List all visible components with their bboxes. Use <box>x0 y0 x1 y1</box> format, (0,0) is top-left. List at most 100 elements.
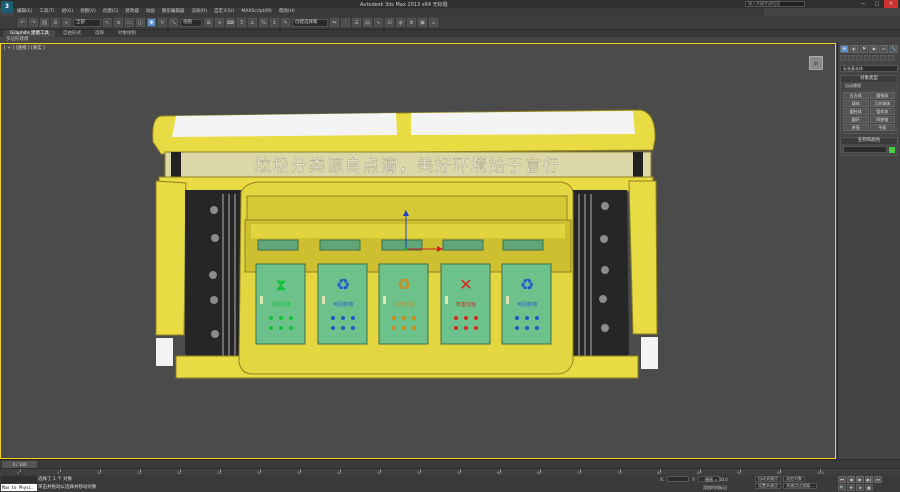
create-tab-icon[interactable]: ✹ <box>840 45 849 53</box>
auto-key-button[interactable]: 自动关键点 <box>755 476 781 482</box>
viewport-label[interactable]: [ + ] [透视 ] [真实 ] <box>4 45 45 51</box>
orbit-icon[interactable]: ⊕ <box>856 484 864 491</box>
edit-named-sets-icon[interactable]: ✎ <box>281 18 290 27</box>
window-crossing-icon[interactable]: ◫ <box>136 18 145 27</box>
plane-button[interactable]: 平面 <box>869 124 895 131</box>
named-selection-dropdown[interactable]: 创建选择集 <box>292 18 328 27</box>
schematic-view-icon[interactable]: ⊡ <box>385 18 394 27</box>
unlink-icon[interactable]: ⊘ <box>51 18 60 27</box>
bind-space-warp-icon[interactable]: ≈ <box>62 18 71 27</box>
maximize-button[interactable]: □ <box>870 0 884 8</box>
x-coordinate-field[interactable] <box>667 476 690 482</box>
helpers-icon[interactable] <box>872 55 879 61</box>
pan-icon[interactable]: ✥ <box>847 484 855 491</box>
spinner-snap-icon[interactable]: ⇕ <box>270 18 279 27</box>
render-production-icon[interactable]: ☕ <box>429 18 438 27</box>
link-icon[interactable]: ⛓ <box>40 18 49 27</box>
menu-maxscript[interactable]: MAXScript(M) <box>238 8 275 16</box>
select-by-name-icon[interactable]: ≡ <box>114 18 123 27</box>
redo-icon[interactable]: ↷ <box>29 18 38 27</box>
utilities-tab-icon[interactable]: 🔧 <box>889 45 898 53</box>
help-search-input[interactable]: 键入关键字或短语 <box>745 1 805 7</box>
add-time-tag[interactable]: 添加时间标记 <box>703 485 727 491</box>
application-button[interactable]: 3 <box>1 1 13 13</box>
menu-animation[interactable]: 动画 <box>143 8 158 16</box>
geometry-icon[interactable] <box>840 55 847 61</box>
box-button[interactable]: 长方体 <box>843 92 869 99</box>
select-object-icon[interactable]: ↖ <box>103 18 112 27</box>
shapes-icon[interactable] <box>848 55 855 61</box>
menu-views[interactable]: 视图(V) <box>77 8 99 16</box>
autogrid-checkbox[interactable]: 自动栅格 <box>841 82 897 90</box>
cone-button[interactable]: 圆锥体 <box>869 92 895 99</box>
primitive-category-dropdown[interactable]: 标准基本体 <box>840 65 898 72</box>
menu-create[interactable]: 创建(C) <box>100 8 122 16</box>
motion-tab-icon[interactable]: ◉ <box>869 45 879 53</box>
menu-help[interactable]: 帮助(H) <box>276 8 298 16</box>
percent-snap-icon[interactable]: % <box>259 18 268 27</box>
align-icon[interactable]: ⫶ <box>341 18 350 27</box>
tab-graphite-modeling[interactable]: Graphite 建模工具 <box>4 30 56 37</box>
display-tab-icon[interactable]: ▭ <box>879 45 889 53</box>
selection-lock-toggle[interactable] <box>1 476 37 483</box>
go-to-end-icon[interactable]: ⏭ <box>874 476 882 483</box>
selection-filter-dropdown[interactable]: 全部 <box>73 18 101 27</box>
teapot-button[interactable]: 茶壶 <box>843 124 869 131</box>
menu-graph-editors[interactable]: 图形编辑器 <box>159 8 188 16</box>
object-name-input[interactable] <box>843 146 887 153</box>
maximize-viewport-icon[interactable]: ▣ <box>865 484 873 491</box>
set-key-button[interactable]: 设置关键点 <box>755 483 781 489</box>
rendered-frame-icon[interactable]: ▣ <box>418 18 427 27</box>
tab-freeform[interactable]: 自由形式 <box>57 30 87 37</box>
geosphere-button[interactable]: 几何球体 <box>869 100 895 107</box>
menu-group[interactable]: 组(G) <box>59 8 77 16</box>
space-warps-icon[interactable] <box>880 55 887 61</box>
systems-icon[interactable] <box>888 55 895 61</box>
menu-customize[interactable]: 自定义(U) <box>211 8 237 16</box>
perspective-viewport[interactable]: 垃圾分类源自点滴，美好环境始于言行 ⧗ 厨余垃圾 ♻ 可回收物 ♻ 其他垃圾 ✕… <box>0 43 836 459</box>
object-color-swatch[interactable] <box>889 146 895 153</box>
previous-frame-icon[interactable]: ◀ <box>847 476 855 483</box>
maxscript-listener[interactable]: Max to Physc. <box>1 484 37 491</box>
undo-icon[interactable]: ↶ <box>18 18 27 27</box>
time-slider[interactable]: 0 / 100 <box>2 461 37 468</box>
select-move-icon[interactable]: ✥ <box>147 18 156 27</box>
curve-editor-icon[interactable]: ∿ <box>374 18 383 27</box>
select-rotate-icon[interactable]: ↻ <box>158 18 167 27</box>
zoom-icon[interactable]: 🔍 <box>838 484 846 491</box>
select-scale-icon[interactable]: ⤡ <box>169 18 178 27</box>
layer-manager-icon[interactable]: ☰ <box>352 18 361 27</box>
angle-snap-icon[interactable]: ∠ <box>248 18 257 27</box>
viewcube[interactable]: 前 <box>809 56 823 70</box>
selected-dropdown[interactable]: 选定对象 <box>783 476 805 482</box>
select-manipulate-icon[interactable]: ✛ <box>215 18 224 27</box>
snap-toggle-icon[interactable]: 3 <box>237 18 246 27</box>
keyboard-shortcut-icon[interactable]: ⌨ <box>226 18 235 27</box>
menu-rendering[interactable]: 渲染(R) <box>188 8 210 16</box>
play-icon[interactable]: ▶ <box>856 476 864 483</box>
material-editor-icon[interactable]: ◍ <box>396 18 405 27</box>
modify-tab-icon[interactable]: ◐ <box>849 45 859 53</box>
minimize-button[interactable]: — <box>856 0 870 8</box>
lights-icon[interactable] <box>856 55 863 61</box>
cylinder-button[interactable]: 圆柱体 <box>843 108 869 115</box>
render-setup-icon[interactable]: ⚙ <box>407 18 416 27</box>
key-filters-button[interactable]: 关键点过滤器... <box>783 483 817 489</box>
track-bar[interactable]: 0 5 10 15 20 25 30 35 40 45 50 55 60 65 70 75 80 85 90 95 10… <box>0 468 900 475</box>
graphite-toggle-icon[interactable]: ▤ <box>363 18 372 27</box>
sphere-button[interactable]: 球体 <box>843 100 869 107</box>
pyramid-button[interactable]: 四棱锥 <box>869 116 895 123</box>
mirror-icon[interactable]: ⇋ <box>330 18 339 27</box>
menu-tools[interactable]: 工具(T) <box>36 8 57 16</box>
cameras-icon[interactable] <box>864 55 871 61</box>
torus-button[interactable]: 圆环 <box>843 116 869 123</box>
tube-button[interactable]: 管状体 <box>869 108 895 115</box>
tab-object-paint[interactable]: 对象绘制 <box>112 30 142 37</box>
next-frame-icon[interactable]: ▶| <box>865 476 873 483</box>
menu-modifiers[interactable]: 修改器 <box>122 8 142 16</box>
reference-coordinate-dropdown[interactable]: 视图 <box>180 18 202 27</box>
pivot-center-icon[interactable]: ⊞ <box>204 18 213 27</box>
tab-selection[interactable]: 选择 <box>89 30 110 37</box>
menu-edit[interactable]: 编辑(E) <box>14 8 35 16</box>
close-button[interactable]: ✕ <box>884 0 898 8</box>
